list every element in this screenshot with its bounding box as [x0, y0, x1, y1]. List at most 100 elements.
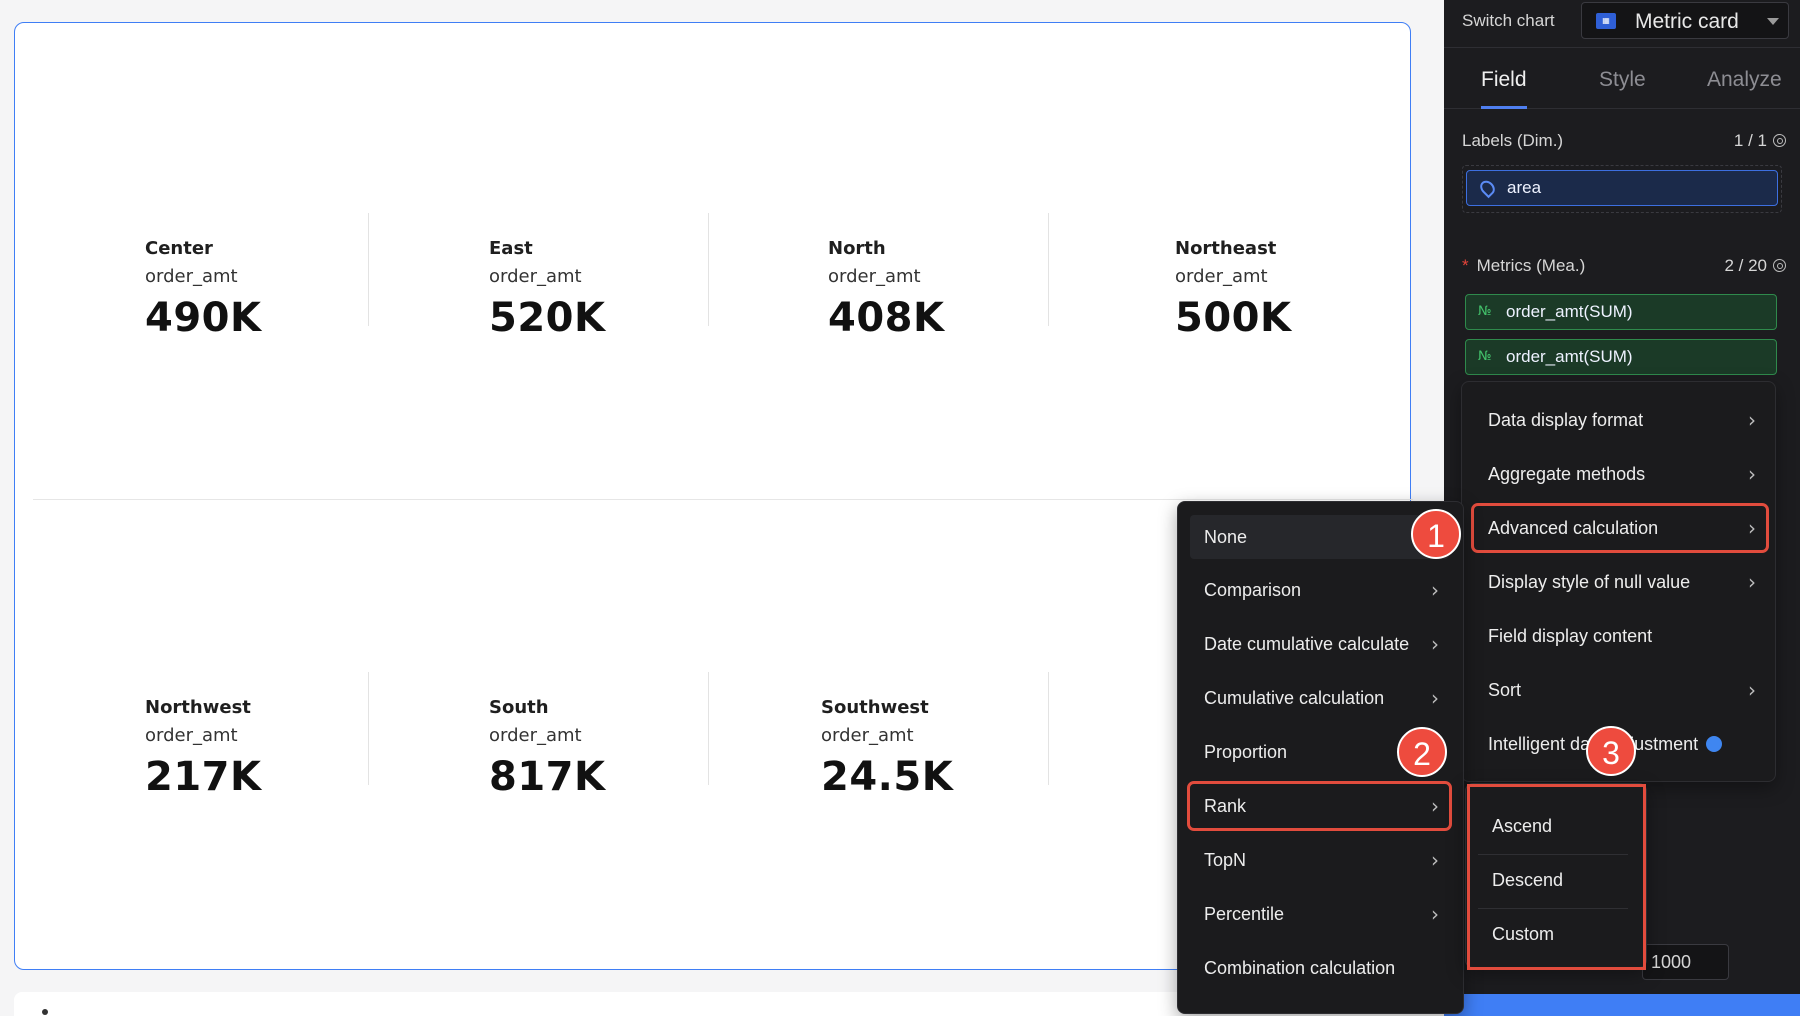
metric-value: 520K	[489, 295, 606, 341]
metric-field: order_amt	[145, 266, 238, 287]
menu-item-label: Display style of null value	[1488, 572, 1691, 592]
menu-item-date-cumulative[interactable]: Date cumulative calculate ›	[1190, 622, 1449, 666]
menu-item-label: Proportion	[1204, 742, 1288, 762]
metric-divider	[1048, 213, 1049, 326]
menu-item-label: Combination calculation	[1204, 958, 1396, 978]
metric-field: order_amt	[1175, 266, 1268, 287]
metric-value: 408K	[828, 295, 945, 341]
chevron-right-icon: ›	[1431, 632, 1439, 656]
metric-name: East	[489, 238, 533, 259]
step-marker-2: 2	[1397, 727, 1447, 777]
chevron-right-icon: ›	[1748, 570, 1756, 594]
chevron-right-icon: ›	[1431, 902, 1439, 926]
chevron-down-icon	[1767, 18, 1779, 25]
labels-count-text: 1 / 1	[1733, 131, 1767, 150]
metric-value: 24.5K	[821, 754, 954, 800]
menu-item-combination-calculation[interactable]: Combination calculation	[1190, 946, 1449, 990]
chevron-right-icon: ›	[1748, 462, 1756, 486]
menu-item-label: Cumulative calculation	[1204, 688, 1385, 708]
metric-name: South	[489, 697, 549, 718]
labels-count: 1 / 1	[1734, 131, 1786, 151]
metric-field-pill[interactable]: № order_amt(SUM)	[1465, 339, 1777, 375]
step-marker-3: 3	[1586, 726, 1636, 776]
metric-field: order_amt	[489, 266, 582, 287]
menu-item-aggregate-methods[interactable]: Aggregate methods ›	[1474, 452, 1766, 496]
menu-item-field-display-content[interactable]: Field display content	[1474, 614, 1766, 658]
metric-divider	[368, 213, 369, 326]
labels-section-title: Labels (Dim.)	[1462, 131, 1564, 150]
metric-divider	[1048, 672, 1049, 785]
field-options-menu: Data display format › Aggregate methods › …	[1461, 381, 1776, 782]
chart-type-select[interactable]: ▦ Metric card	[1581, 2, 1789, 39]
metric-name: Southwest	[821, 697, 929, 718]
metrics-drop-zone[interactable]: № order_amt(SUM) № order_amt(SUM)	[1462, 290, 1782, 380]
metric-field-label: order_amt(SUM)	[1506, 302, 1633, 321]
metric-field-pill[interactable]: № order_amt(SUM)	[1465, 294, 1777, 330]
menu-item-label: Field display content	[1488, 626, 1653, 646]
metric-name: Northwest	[145, 697, 251, 718]
metric-name: Center	[145, 238, 213, 259]
chevron-right-icon: ›	[1431, 686, 1439, 710]
tab-analyze[interactable]: Analyze	[1707, 68, 1782, 92]
rank-menu-highlight	[1467, 784, 1646, 970]
menu-item-label: Data display format	[1488, 410, 1644, 430]
dimension-field-pill[interactable]: area	[1466, 170, 1778, 206]
menu-item-label: Percentile	[1204, 904, 1285, 924]
gear-icon[interactable]	[1773, 259, 1786, 272]
panel-tabs: Field Style Analyze	[1444, 49, 1800, 109]
menu-item-label: Advanced calculation	[1488, 518, 1659, 538]
number-type-icon: №	[1478, 349, 1492, 364]
switch-chart-label: Switch chart	[1462, 11, 1555, 30]
metric-card-icon: ▦	[1596, 13, 1616, 29]
required-asterisk: *	[1462, 256, 1469, 275]
metric-field: order_amt	[489, 725, 582, 746]
metric-field-label: order_amt(SUM)	[1506, 347, 1633, 366]
dimension-field-label: area	[1507, 178, 1542, 197]
chevron-right-icon: ›	[1431, 794, 1439, 818]
metric-value: 500K	[1175, 295, 1292, 341]
metric-divider	[368, 672, 369, 785]
location-pin-icon	[1477, 177, 1498, 199]
metric-divider	[708, 672, 709, 785]
active-tab-indicator	[1481, 106, 1527, 109]
menu-item-label: Rank	[1204, 796, 1247, 816]
metric-row: Center order_amt 490K East order_amt 520…	[15, 213, 1410, 341]
chevron-right-icon: ›	[1431, 578, 1439, 602]
metric-value: 817K	[489, 754, 606, 800]
menu-item-cumulative-calculation[interactable]: Cumulative calculation ›	[1190, 676, 1449, 720]
menu-item-label: Date cumulative calculate	[1204, 634, 1410, 654]
menu-item-label: Comparison	[1204, 580, 1302, 600]
row-divider	[33, 499, 1413, 500]
menu-item-label: Sort	[1488, 680, 1522, 700]
tab-style[interactable]: Style	[1599, 68, 1646, 92]
limit-input[interactable]: 1000	[1642, 944, 1729, 980]
ai-assist-icon	[1706, 736, 1723, 752]
menu-item-label: Aggregate methods	[1488, 464, 1646, 484]
metric-value: 217K	[145, 754, 262, 800]
chevron-right-icon: ›	[1748, 678, 1756, 702]
menu-item-percentile[interactable]: Percentile ›	[1190, 892, 1449, 936]
menu-item-advanced-calculation[interactable]: Advanced calculation ›	[1471, 503, 1769, 553]
menu-item-data-display-format[interactable]: Data display format ›	[1474, 398, 1766, 442]
number-type-icon: №	[1478, 304, 1492, 319]
metrics-section-title: * Metrics (Mea.)	[1462, 256, 1585, 276]
tab-field[interactable]: Field	[1481, 68, 1527, 92]
metric-field: order_amt	[145, 725, 238, 746]
bullet-icon	[42, 1009, 48, 1015]
metric-divider	[708, 213, 709, 326]
gear-icon[interactable]	[1773, 134, 1786, 147]
panel-bottom-bar	[1444, 994, 1800, 1016]
menu-item-comparison[interactable]: Comparison ›	[1190, 568, 1449, 612]
menu-item-sort[interactable]: Sort ›	[1474, 668, 1766, 712]
chevron-right-icon: ›	[1748, 408, 1756, 432]
labels-drop-zone[interactable]: area	[1462, 165, 1782, 213]
menu-item-topn[interactable]: TopN ›	[1190, 838, 1449, 882]
menu-item-null-value-style[interactable]: Display style of null value ›	[1474, 560, 1766, 604]
metric-value: 490K	[145, 295, 262, 341]
menu-item-rank[interactable]: Rank ›	[1187, 781, 1452, 831]
menu-item-label: TopN	[1204, 850, 1247, 870]
switch-chart-row: Switch chart ▦ Metric card	[1444, 0, 1800, 48]
menu-item-none[interactable]: None	[1190, 515, 1449, 559]
chart-type-value: Metric card	[1635, 10, 1739, 33]
chevron-right-icon: ›	[1431, 848, 1439, 872]
